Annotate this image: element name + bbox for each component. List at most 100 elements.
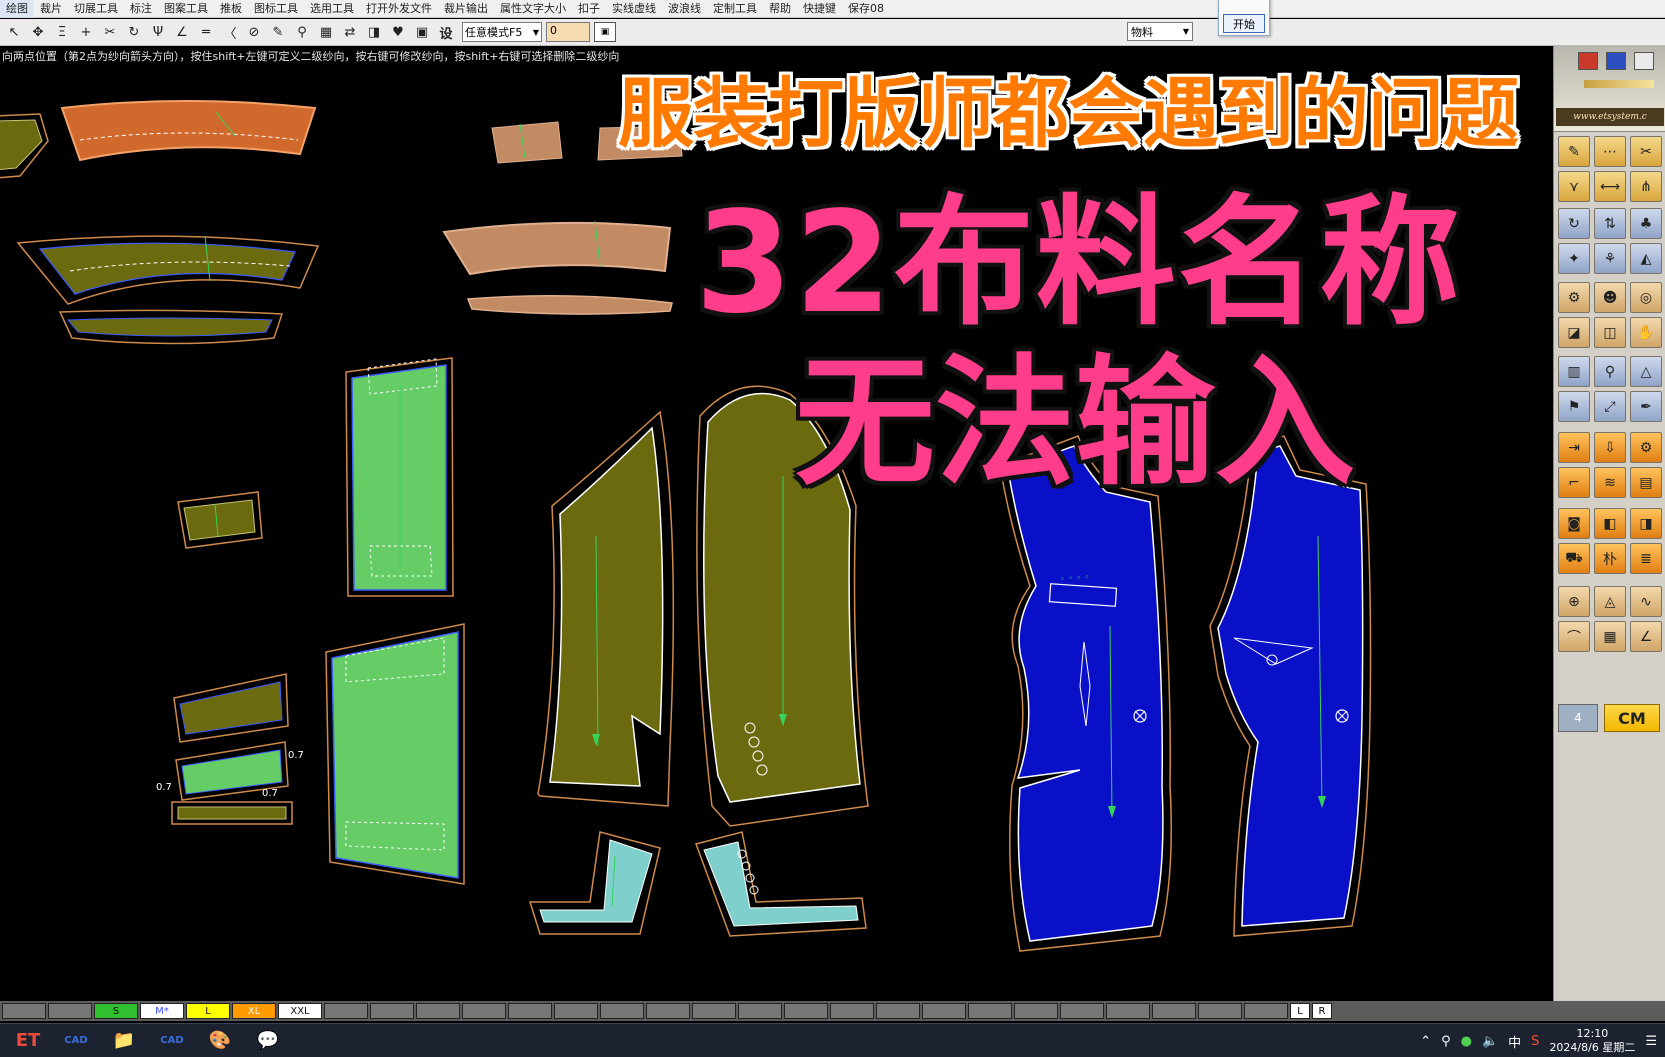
measure-icon[interactable]: ⤢ (1594, 391, 1626, 422)
grid-tool-icon[interactable]: ▦ (1594, 621, 1626, 652)
menu-item[interactable]: 裁片 (34, 0, 68, 18)
menu-item[interactable]: 实线虚线 (606, 0, 662, 18)
bag-icon[interactable]: ◪ (1558, 317, 1590, 348)
taskbar-app-icon[interactable]: ET (8, 1026, 48, 1056)
menu-item[interactable]: 帮助 (763, 0, 797, 18)
size-slot-empty[interactable] (48, 1003, 92, 1019)
needle-icon[interactable]: ✎ (1558, 136, 1590, 167)
pattern-piece-strip[interactable] (171, 801, 293, 825)
pattern-piece-collar-band[interactable] (442, 220, 672, 276)
align-icon[interactable]: Ξ (51, 21, 73, 43)
curve-icon[interactable]: 〈 (219, 21, 241, 43)
taskbar-app-icon[interactable]: 📁 (104, 1026, 144, 1056)
size-m-button[interactable]: M* (140, 1003, 184, 1019)
menu-item[interactable]: 属性文字大小 (494, 0, 572, 18)
clock[interactable]: 12:10 2024/8/6 星期二 (1549, 1027, 1635, 1055)
mirror-icon[interactable]: ⟷ (1594, 171, 1626, 202)
spiral-icon[interactable]: ◎ (1630, 282, 1662, 313)
glove-icon[interactable]: ✋ (1630, 317, 1662, 348)
flag-icon[interactable] (1606, 52, 1626, 70)
angle-line-icon[interactable]: ∠ (171, 21, 193, 43)
input-method-indicator[interactable]: 中 (1508, 1032, 1521, 1051)
shape-icon[interactable]: ◭ (1630, 243, 1662, 274)
pattern-piece-collar-stand[interactable] (466, 295, 673, 315)
pattern-piece-collar-left[interactable] (0, 113, 49, 179)
value-input[interactable]: 0 (546, 22, 590, 42)
size-slot-empty[interactable] (738, 1003, 782, 1019)
size-slot-empty[interactable] (968, 1003, 1012, 1019)
taskbar-app-icon[interactable]: 🎨 (200, 1026, 240, 1056)
menu-item[interactable]: 打开外发文件 (360, 0, 438, 18)
menu-item[interactable]: 快捷键 (797, 0, 842, 18)
menu-item[interactable]: 裁片输出 (438, 0, 494, 18)
ruler-icon[interactable]: ⊘ (243, 21, 265, 43)
tape-icon[interactable]: ◫ (1594, 317, 1626, 348)
select-arrow-icon[interactable]: ↖ (3, 21, 25, 43)
pattern-piece-cuff-left[interactable] (528, 831, 661, 935)
flag-icon[interactable] (1578, 52, 1598, 70)
pattern-piece-cuff-right[interactable] (695, 831, 867, 937)
rotate-icon[interactable]: ↻ (123, 21, 145, 43)
sewing-machine-icon[interactable]: ⚙ (1558, 282, 1590, 313)
size-slot-empty[interactable] (462, 1003, 506, 1019)
size-s-button[interactable]: S (94, 1003, 138, 1019)
size-slot-empty[interactable] (370, 1003, 414, 1019)
notification-icon[interactable]: ☰ (1645, 1034, 1657, 1049)
menu-item[interactable]: 波浪线 (662, 0, 707, 18)
seam-icon[interactable]: ⋯ (1594, 136, 1626, 167)
stack-icon[interactable]: ≣ (1630, 543, 1662, 574)
color-palette-icon[interactable]: ▦ (315, 21, 337, 43)
compass-icon[interactable]: ⚲ (1594, 356, 1626, 387)
stitch-icon[interactable]: ≋ (1594, 467, 1626, 498)
pattern-piece-front-panel[interactable]: ◦ ◦ ◦ ◦ (999, 435, 1172, 952)
triangle-tool-icon[interactable]: ◬ (1594, 586, 1626, 617)
size-slot-empty[interactable] (830, 1003, 874, 1019)
match-icon[interactable]: ⚘ (1594, 243, 1626, 274)
wechat-tray-icon[interactable]: ● (1461, 1034, 1472, 1049)
network-icon[interactable]: ⚲ (1441, 1034, 1451, 1049)
menu-item[interactable]: 切展工具 (68, 0, 124, 18)
menu-item[interactable]: 绘图 (0, 0, 34, 18)
pattern-piece-tab-1[interactable] (491, 121, 563, 164)
close-icon[interactable] (1634, 52, 1654, 70)
measure-icon[interactable]: ◨ (363, 21, 385, 43)
pattern-piece-under-sleeve[interactable] (537, 410, 675, 807)
size-nav-left-button[interactable]: L (1290, 1003, 1310, 1019)
pocket-icon[interactable]: ◙ (1558, 508, 1590, 539)
confirm-button[interactable]: ▣ (594, 22, 616, 42)
pin-icon[interactable]: ⚑ (1558, 391, 1590, 422)
size-l-button[interactable]: L (186, 1003, 230, 1019)
settings-icon[interactable]: ⚙ (1630, 432, 1662, 463)
layer-indicator[interactable]: 4 (1558, 704, 1598, 732)
size-slot-empty[interactable] (784, 1003, 828, 1019)
wave-icon[interactable]: ∿ (1630, 586, 1662, 617)
pattern-piece-yoke[interactable] (60, 100, 317, 162)
start-button[interactable]: 开始 (1223, 14, 1265, 33)
sogou-icon[interactable]: S (1531, 1034, 1539, 1049)
size-slot-empty[interactable] (2, 1003, 46, 1019)
download-icon[interactable]: ⇩ (1594, 432, 1626, 463)
size-slot-empty[interactable] (876, 1003, 920, 1019)
grid-icon[interactable]: ▣ (411, 21, 433, 43)
size-slot-empty[interactable] (1152, 1003, 1196, 1019)
ruler-curve-icon[interactable]: ⌒ (1558, 621, 1590, 652)
ruler-icon[interactable]: ▥ (1558, 356, 1590, 387)
fork-icon[interactable]: Ψ (147, 21, 169, 43)
book-icon[interactable]: ◨ (1630, 508, 1662, 539)
fill-icon[interactable]: 朴 (1594, 543, 1626, 574)
sewing-icon[interactable]: ✦ (1558, 243, 1590, 274)
glass-icon[interactable]: ◧ (1594, 508, 1626, 539)
pattern-piece-pocket-lining-2[interactable] (325, 623, 465, 885)
scissors-icon[interactable]: ✂ (1630, 136, 1662, 167)
size-slot-empty[interactable] (1244, 1003, 1288, 1019)
unit-cm-button[interactable]: CM (1604, 704, 1660, 732)
size-nav-right-button[interactable]: R (1312, 1003, 1332, 1019)
size-slot-empty[interactable] (1060, 1003, 1104, 1019)
dart-icon[interactable]: ⋎ (1558, 171, 1590, 202)
angle-tool-icon[interactable]: ∠ (1630, 621, 1662, 652)
size-slot-empty[interactable] (1106, 1003, 1150, 1019)
cut-icon[interactable]: ✂ (99, 21, 121, 43)
taskbar-app-icon[interactable]: CAD (56, 1026, 96, 1056)
menu-item[interactable]: 保存08 (842, 0, 890, 18)
taskbar-app-icon[interactable]: 💬 (248, 1026, 288, 1056)
